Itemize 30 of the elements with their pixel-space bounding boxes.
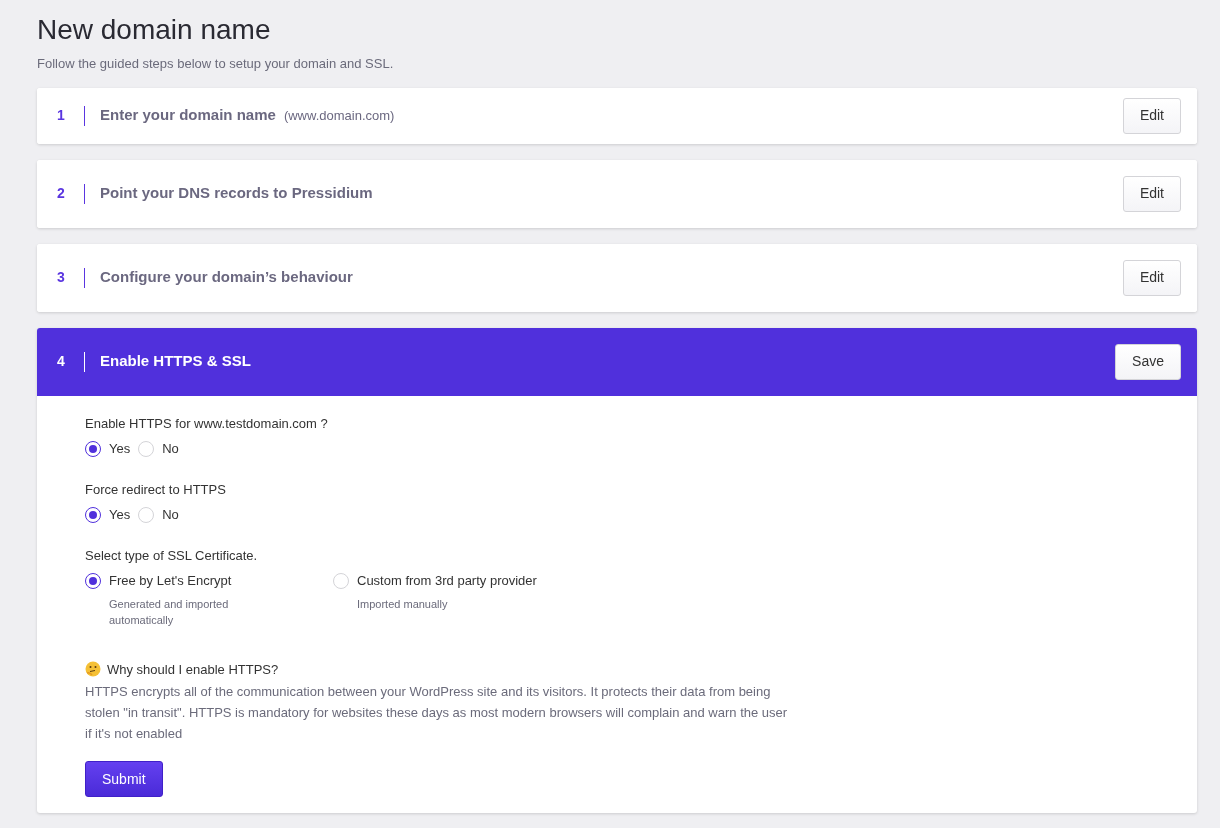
option-description: Imported manually	[357, 596, 449, 612]
step-title: Configure your domain’s behaviour	[100, 267, 353, 288]
info-heading: Why should I enable HTTPS?	[107, 660, 279, 679]
option-label: Free by Let's Encrypt	[109, 572, 232, 590]
question-label: Force redirect to HTTPS	[85, 480, 226, 499]
step-number: 4	[57, 352, 65, 371]
step-title: Point your DNS records to Pressidium	[100, 183, 373, 204]
option-description: Generated and imported automatically	[109, 596, 230, 628]
edit-button[interactable]: Edit	[1122, 97, 1181, 134]
step-hint: (www.domain.com)	[283, 106, 395, 125]
page-subtitle: Follow the guided steps below to setup your domain and SSL.	[37, 55, 394, 73]
step-title: Enter your domain name	[100, 105, 276, 126]
edit-button[interactable]: Edit	[1122, 259, 1181, 296]
step-title: Enable HTTPS & SSL	[100, 351, 251, 372]
info-paragraph: HTTPS encrypts all of the communication between your WordPress site and its visitors. It protects their data from being stolen "in transit". HTTPS is mandatory for websites these days as most modern browsers will complain and warn the user if it's not enabled	[85, 683, 789, 743]
question-label: Select type of SSL Certificate.	[85, 546, 258, 565]
edit-button[interactable]: Edit	[1122, 175, 1181, 212]
option-label: Yes	[109, 440, 131, 458]
option-label: No	[162, 440, 179, 458]
page-title: New domain name	[37, 13, 271, 47]
step-number: 3	[57, 268, 65, 287]
submit-button[interactable]: Submit	[85, 761, 163, 797]
thinking-face-icon	[85, 661, 101, 678]
step-number: 1	[57, 106, 65, 125]
option-label: Yes	[109, 506, 131, 524]
option-label: No	[162, 506, 179, 524]
step-number: 2	[57, 184, 65, 203]
question-label: Enable HTTPS for www.testdomain.com ?	[85, 414, 328, 433]
option-label: Custom from 3rd party provider	[357, 572, 537, 590]
save-button[interactable]: Save	[1115, 343, 1181, 380]
